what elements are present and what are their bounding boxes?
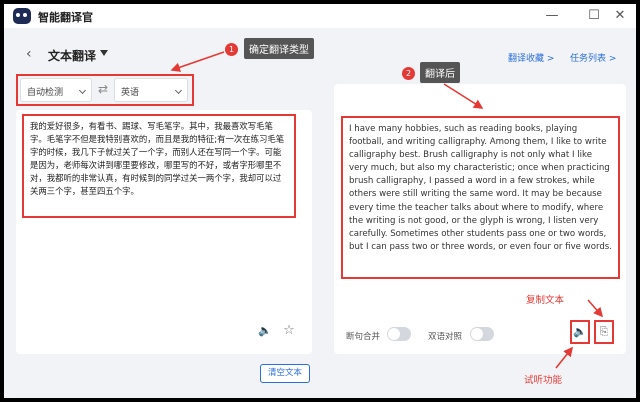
- annotation-arrows: [170, 51, 604, 369]
- arrow-to-copy: [587, 299, 604, 318]
- arrow-to-translation: [443, 83, 484, 109]
- app-window: 智能翻译官 — ☐ ✕ ‹ 文本翻译 翻译收藏 > 任务列表 > 自动检测 ⇄ …: [4, 4, 636, 398]
- arrow-to-listen: [555, 346, 573, 369]
- arrow-to-language-selector: [170, 51, 225, 72]
